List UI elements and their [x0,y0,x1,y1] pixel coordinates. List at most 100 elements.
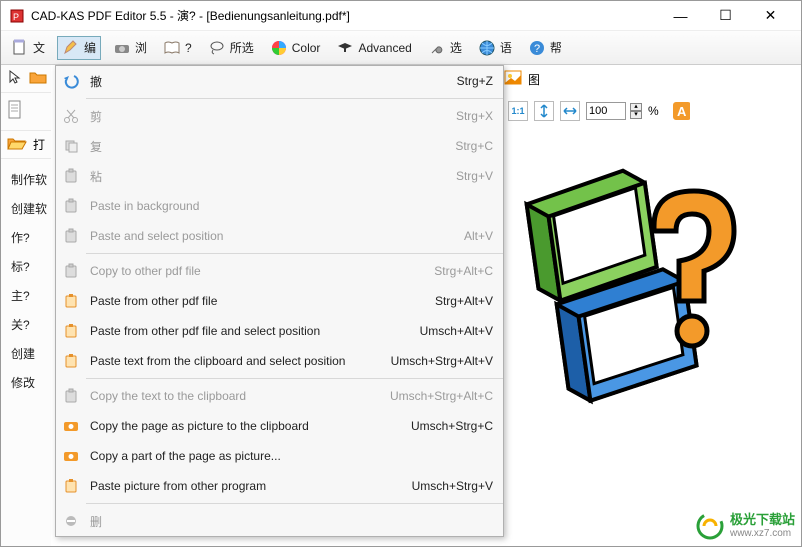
open-label: 打 [33,136,45,153]
menu-paste-bg[interactable]: Paste in background [56,191,503,221]
menu-paste[interactable]: 粘 Strg+V [56,161,503,191]
svg-text:A: A [677,104,687,119]
clipboard-icon [56,388,86,404]
minimize-button[interactable]: — [658,2,703,30]
separator [86,98,503,99]
app-icon: P [9,8,25,24]
folder-open-icon[interactable] [7,135,27,154]
list-item[interactable]: 修改 [11,368,47,397]
cut-icon [56,108,86,124]
camera-orange-icon [56,449,86,463]
menu-copy[interactable]: 复 Strg+C [56,131,503,161]
tab-tu-label: 图 [528,71,540,88]
doc-icon[interactable] [7,100,23,123]
menu-advanced[interactable]: Advanced [332,37,415,59]
menu-paste-from[interactable]: Paste from other pdf file Strg+Alt+V [56,286,503,316]
clipboard-orange-icon [56,323,86,339]
clipboard-icon [56,263,86,279]
watermark-logo-icon [696,512,724,540]
menu-undo[interactable]: 撤 Strg+Z [56,66,503,96]
watermark: 极光下载站 www.xz7.com [696,512,795,540]
clipboard-orange-icon [56,478,86,494]
menu-view[interactable]: 浏 [109,37,151,59]
camera-orange-icon [56,419,86,433]
zoom-stepper[interactable]: ▴▾ [630,103,642,119]
maximize-button[interactable]: ☐ [703,2,748,30]
fit-11-icon[interactable]: 1:1 [508,101,528,121]
document-illustration [504,156,754,416]
menu-delete[interactable]: 删 [56,506,503,536]
menu-copy-text[interactable]: Copy the text to the clipboard Umsch+Str… [56,381,503,411]
menu-copy-page[interactable]: Copy the page as picture to the clipboar… [56,411,503,441]
percent-label: % [648,104,659,118]
tool-row-2 [1,93,51,131]
list-item[interactable]: 作? [11,223,47,252]
titlebar: P CAD-KAS PDF Editor 5.5 - 演? - [Bedienu… [1,1,801,31]
close-button[interactable]: ✕ [748,2,793,30]
menu-color[interactable]: Color [266,37,325,59]
paste-bg-icon [56,198,86,214]
lasso-icon [208,39,226,57]
list-item[interactable]: 主? [11,281,47,310]
image-tab-icon [504,70,522,89]
copy-icon [56,138,86,154]
menu-help[interactable]: ? 帮 [524,37,566,59]
folder-orange-icon[interactable] [29,69,47,88]
left-column: 打 制作软 创建软 作? 标? 主? 关? 创建 修改 [1,65,51,546]
undo-icon [56,72,86,90]
main-toolbar: 文 编 浏 ? 所选 Color Advanced 选 语 ? 帮 [1,31,801,65]
open-row: 打 [1,131,51,159]
file-icon [11,39,29,57]
tab-tu[interactable]: 图 [504,65,540,93]
edit-menu-dropdown: 撤 Strg+Z 剪 Strg+X 复 Strg+C 粘 Strg+V Past… [55,65,504,537]
watermark-brand: 极光下载站 [730,513,795,527]
zoom-input[interactable] [586,102,626,120]
bookmark-list: 制作软 创建软 作? 标? 主? 关? 创建 修改 [1,159,51,397]
menu-paste-from-pos[interactable]: Paste from other pdf file and select pos… [56,316,503,346]
pointer-icon[interactable] [7,69,23,88]
separator [86,253,503,254]
menu-help-book[interactable]: ? [159,37,196,59]
text-a-icon[interactable]: A [671,101,691,121]
menu-language[interactable]: 语 [474,37,516,59]
clipboard-orange-icon [56,293,86,309]
svg-text:?: ? [534,43,540,55]
menu-comment[interactable]: 所选 [204,37,258,59]
list-item[interactable]: 标? [11,252,47,281]
fit-height-icon[interactable] [534,101,554,121]
delete-icon [56,514,86,528]
edit-icon [62,39,80,57]
clipboard-orange-icon [56,353,86,369]
book-icon [163,39,181,57]
color-wheel-icon [270,39,288,57]
camera-icon [113,39,131,57]
menu-file[interactable]: 文 [7,37,49,59]
list-item[interactable]: 创建 [11,339,47,368]
separator [86,378,503,379]
menu-edit[interactable]: 编 [57,36,101,60]
window-buttons: — ☐ ✕ [658,2,793,30]
menu-copy-other[interactable]: Copy to other pdf file Strg+Alt+C [56,256,503,286]
help-icon: ? [528,39,546,57]
menu-paste-text[interactable]: Paste text from the clipboard and select… [56,346,503,376]
svg-text:P: P [13,12,19,22]
fit-width-icon[interactable] [560,101,580,121]
globe-icon [478,39,496,57]
list-item[interactable]: 制作软 [11,165,47,194]
separator [86,503,503,504]
wrench-icon [428,39,446,57]
tool-row-1 [1,65,51,93]
grad-cap-icon [336,39,354,57]
watermark-url: www.xz7.com [730,528,795,539]
zoom-cluster: 1:1 ▴▾ % A [504,95,695,127]
list-item[interactable]: 创建软 [11,194,47,223]
paste-icon [56,168,86,184]
window-title: CAD-KAS PDF Editor 5.5 - 演? - [Bedienung… [31,7,658,24]
menu-copy-part[interactable]: Copy a part of the page as picture... [56,441,503,471]
menu-paste-pic[interactable]: Paste picture from other program Umsch+S… [56,471,503,501]
menu-cut[interactable]: 剪 Strg+X [56,101,503,131]
list-item[interactable]: 关? [11,310,47,339]
paste-pos-icon [56,228,86,244]
menu-options[interactable]: 选 [424,37,466,59]
menu-paste-pos[interactable]: Paste and select position Alt+V [56,221,503,251]
